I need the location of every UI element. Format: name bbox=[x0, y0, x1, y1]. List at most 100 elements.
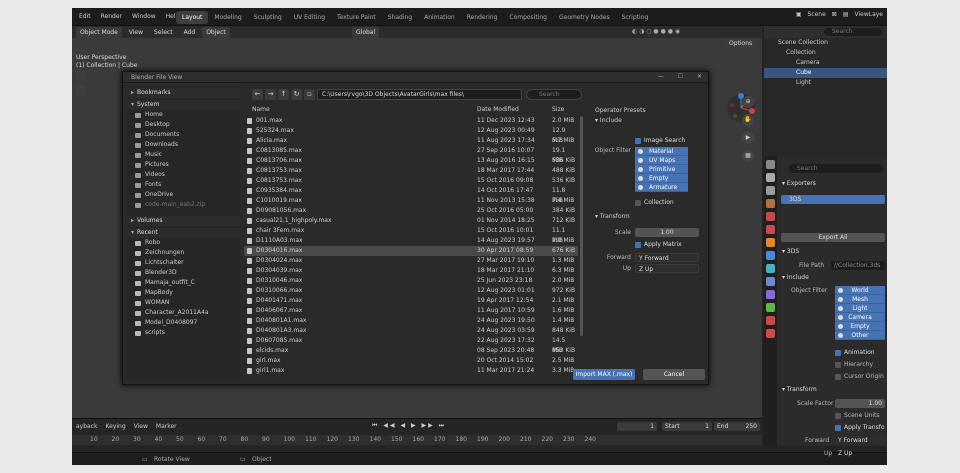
recent-section[interactable]: ▾ Recent bbox=[127, 228, 240, 238]
column-size[interactable]: Size bbox=[552, 106, 564, 113]
volumes-section[interactable]: ▸ Volumes bbox=[127, 216, 240, 226]
menu-window[interactable]: Window bbox=[127, 13, 161, 20]
list-item[interactable]: MapBody bbox=[135, 288, 240, 298]
filter-light[interactable]: Light bbox=[835, 304, 885, 313]
file-row[interactable]: Alicia.max 11 Aug 2023 17:34 5.7 MiB bbox=[244, 136, 578, 146]
transform-orientation[interactable]: Global bbox=[352, 27, 380, 38]
file-row[interactable]: D0304024.max 27 Mar 2017 19:10 1.3 MiB bbox=[244, 256, 578, 266]
list-item[interactable]: Fonts bbox=[135, 180, 240, 190]
new-folder-icon[interactable]: ▫ bbox=[304, 89, 315, 100]
tab-geometry-nodes[interactable]: Geometry Nodes bbox=[553, 11, 616, 24]
tree-item-light[interactable]: Light bbox=[764, 78, 887, 88]
filter-camera[interactable]: Camera bbox=[835, 313, 885, 322]
file-row[interactable]: D0310066.max 12 Aug 2023 01:01 972 KiB bbox=[244, 286, 578, 296]
file-path-field[interactable]: //Collection.3ds bbox=[831, 261, 885, 270]
export-all-button[interactable]: Export All bbox=[781, 233, 885, 242]
file-row[interactable]: D0607085.max 22 Aug 2023 17:32 14.5 MiB bbox=[244, 336, 578, 354]
column-name[interactable]: Name bbox=[252, 106, 270, 113]
current-frame-field[interactable]: 1 bbox=[617, 422, 657, 431]
list-item[interactable]: Zeichnungen bbox=[135, 248, 240, 258]
file-row[interactable]: girl.max 20 Oct 2014 15:02 2.5 MiB bbox=[244, 356, 578, 366]
timeline-ruler[interactable]: 10 20 30 40 50 60 70 80 90 100 110 120 130 140 150 160 1… bbox=[72, 435, 762, 445]
collection-checkbox[interactable] bbox=[635, 200, 641, 206]
scale-factor-field[interactable]: 1.00 bbox=[835, 399, 885, 408]
file-row[interactable]: 525324.max 12 Aug 2023 00:49 12.9 MiB bbox=[244, 126, 578, 144]
filter-empty[interactable]: Empty bbox=[835, 322, 885, 331]
tree-item-scene-collection[interactable]: Scene Collection bbox=[764, 38, 887, 48]
filter-uv-maps[interactable]: UV Maps bbox=[635, 156, 688, 165]
file-row[interactable]: C0813753.max 15 Oct 2016 09:08 536 KiB bbox=[244, 176, 578, 186]
column-date[interactable]: Date Modified bbox=[477, 106, 519, 113]
back-arrow-icon[interactable]: ← bbox=[252, 89, 263, 100]
list-item[interactable]: WOMAN bbox=[135, 298, 240, 308]
image-search-checkbox[interactable] bbox=[635, 138, 641, 144]
tab-modeling[interactable]: Modeling bbox=[208, 11, 247, 24]
bookmarks-section[interactable]: ▸ Bookmarks bbox=[127, 88, 240, 98]
list-item[interactable]: scripts bbox=[135, 328, 240, 338]
view-layer-tab-icon[interactable] bbox=[766, 199, 775, 208]
up-dropdown[interactable]: Z Up bbox=[635, 264, 699, 273]
end-frame-field[interactable]: End 250 bbox=[714, 422, 760, 431]
tab-uv-editing[interactable]: UV Editing bbox=[288, 11, 331, 24]
filter-primitive[interactable]: Primitive bbox=[635, 165, 688, 174]
list-item[interactable]: Documents bbox=[135, 130, 240, 140]
include-section[interactable]: ▾ Include bbox=[595, 117, 622, 124]
file-row[interactable]: elcids.max 08 Sep 2023 20:48 852 KiB bbox=[244, 346, 578, 356]
file-row[interactable]: C0813085.max 27 Sep 2016 10:07 19.1 MiB bbox=[244, 146, 578, 164]
file-row[interactable]: D0401471.max 19 Apr 2017 12:54 2.1 MiB bbox=[244, 296, 578, 306]
maximize-icon[interactable]: ☐ bbox=[678, 73, 683, 80]
import-button[interactable]: Import MAX (.max) bbox=[573, 369, 635, 380]
path-field[interactable]: C:\Users\rvgo\3D Objects\AvatarGirls\max… bbox=[317, 89, 522, 100]
tool-tab-icon[interactable] bbox=[766, 160, 775, 169]
playback-controls[interactable]: ⏮ ◀◀ ◀ ▶ ▶▶ ⏭ bbox=[372, 422, 446, 430]
view-layer-selector[interactable]: ViewLaye bbox=[855, 11, 884, 18]
options-button[interactable]: Options bbox=[724, 38, 758, 49]
list-item[interactable]: Desktop bbox=[135, 120, 240, 130]
file-list-scrollbar[interactable] bbox=[580, 116, 583, 336]
list-item[interactable]: code-main_eab2.zip bbox=[135, 200, 240, 210]
tab-compositing[interactable]: Compositing bbox=[503, 11, 553, 24]
list-item[interactable]: Videos bbox=[135, 170, 240, 180]
list-item[interactable]: Downloads bbox=[135, 140, 240, 150]
scene-units-checkbox[interactable] bbox=[835, 413, 841, 419]
close-icon[interactable]: ⊠ bbox=[832, 11, 837, 18]
camera-view-icon[interactable]: ▶ bbox=[742, 132, 754, 144]
exporter-list-item[interactable]: 3DS bbox=[781, 195, 885, 204]
zoom-icon[interactable]: ⊕ bbox=[742, 96, 754, 108]
list-item[interactable]: Lichtschalter bbox=[135, 258, 240, 268]
include-section[interactable]: ▾ Include bbox=[782, 274, 809, 281]
exporters-section[interactable]: ▾ Exporters bbox=[782, 180, 816, 187]
file-row[interactable]: C0935384.max 14 Oct 2016 17:47 11.8 MiB bbox=[244, 186, 578, 204]
file-row[interactable]: D0304039.max 18 Mar 2017 21:10 6.3 MiB bbox=[244, 266, 578, 276]
file-row[interactable]: D1110A03.max 14 Aug 2023 19:57 2.0 MiB bbox=[244, 236, 578, 246]
animation-checkbox[interactable] bbox=[835, 350, 841, 356]
tree-item-cube[interactable]: Cube bbox=[764, 68, 887, 78]
filter-other[interactable]: Other bbox=[835, 331, 885, 340]
file-row[interactable]: girl1.max 11 Mar 2017 21:24 3.3 MiB bbox=[244, 366, 578, 376]
object-tab-icon[interactable] bbox=[766, 238, 775, 247]
cursor-origin-checkbox[interactable] bbox=[835, 374, 841, 380]
tab-sculpting[interactable]: Sculpting bbox=[248, 11, 288, 24]
start-frame-field[interactable]: Start 1 bbox=[662, 422, 712, 431]
texture-tab-icon[interactable] bbox=[766, 329, 775, 338]
modifier-tab-icon[interactable] bbox=[766, 251, 775, 260]
particles-tab-icon[interactable] bbox=[766, 264, 775, 273]
mode-selector[interactable]: Object Mode bbox=[76, 27, 122, 38]
minimize-icon[interactable]: — bbox=[658, 73, 664, 80]
file-row[interactable]: C0813753.max 18 Mar 2017 17:44 488 KiB bbox=[244, 166, 578, 176]
apply-matrix-checkbox[interactable] bbox=[635, 242, 641, 248]
list-item[interactable]: Music bbox=[135, 150, 240, 160]
physics-tab-icon[interactable] bbox=[766, 277, 775, 286]
list-item[interactable]: Robo bbox=[135, 238, 240, 248]
menu-add[interactable]: Add bbox=[180, 27, 200, 38]
section-3ds[interactable]: ▾ 3DS bbox=[782, 248, 799, 255]
list-item[interactable]: Character_A2011A4a bbox=[135, 308, 240, 318]
scene-tab-icon[interactable] bbox=[766, 212, 775, 221]
output-tab-icon[interactable] bbox=[766, 186, 775, 195]
shading-icons[interactable]: ◐ ◑ ○ ● ● ● ◉ bbox=[632, 28, 680, 35]
up-dropdown[interactable]: Z Up bbox=[835, 449, 881, 458]
tab-animation[interactable]: Animation bbox=[418, 11, 461, 24]
tab-shading[interactable]: Shading bbox=[382, 11, 418, 24]
tab-texture-paint[interactable]: Texture Paint bbox=[331, 11, 382, 24]
menu-object[interactable]: Object bbox=[202, 27, 230, 38]
